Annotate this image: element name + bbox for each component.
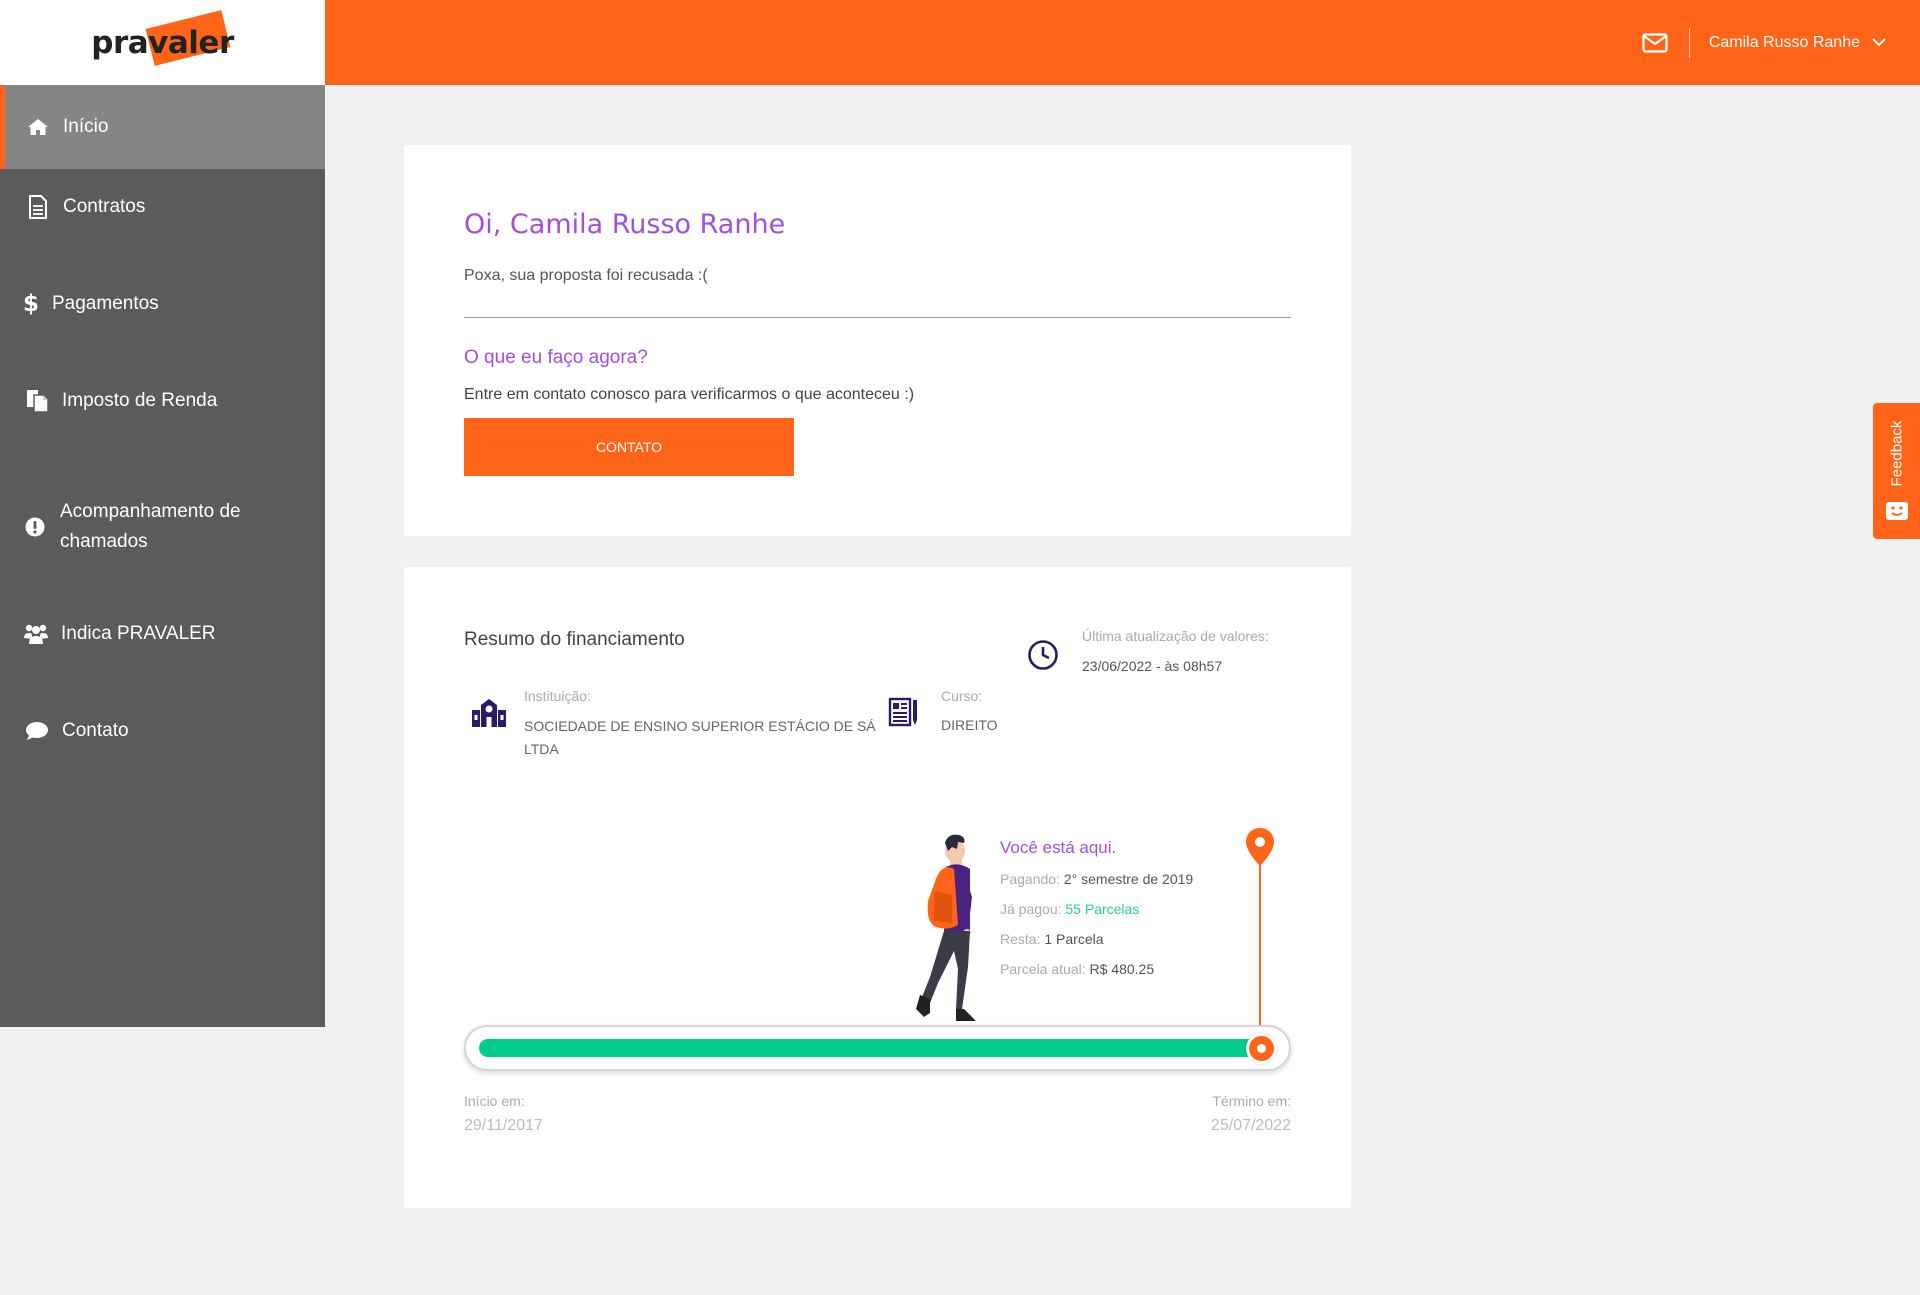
sidebar-item-label: Início (63, 116, 109, 137)
paid-value: 55 Parcelas (1065, 901, 1140, 917)
home-icon (25, 118, 51, 136)
logo[interactable]: pravaler (0, 0, 325, 85)
institution-icon (470, 697, 508, 731)
remaining-label: Resta: (1000, 931, 1041, 947)
financing-progress-bar (464, 1025, 1291, 1071)
contact-button[interactable]: CONTATO (464, 418, 794, 476)
end-date-label: Término em: (1212, 1093, 1291, 1109)
feedback-label-wrap: Feedback (1873, 413, 1920, 493)
sidebar-item-label: Pagamentos (52, 293, 159, 314)
financing-summary-card: Resumo do financiamento Última atualizaç… (404, 567, 1351, 1208)
paid-line: Já pagou: 55 Parcelas (1000, 901, 1139, 917)
sidebar-item-label: Imposto de Renda (62, 390, 218, 411)
clock-icon (1027, 639, 1059, 675)
sidebar-item-chamados[interactable]: Acompanhamento de chamados (0, 487, 325, 567)
paying-value: 2° semestre de 2019 (1063, 871, 1194, 887)
sidebar-item-indica-pravaler[interactable]: Indica PRAVALER (0, 604, 325, 664)
end-date-value: 25/07/2022 (1210, 1117, 1291, 1134)
user-menu-name[interactable]: Camila Russo Ranhe (1709, 34, 1860, 52)
next-steps-instruction: Entre em contato conosco para verificarm… (464, 386, 915, 403)
feedback-face-icon (1885, 501, 1909, 525)
sidebar-item-contato[interactable]: Contato (0, 701, 325, 761)
sidebar-item-label: Acompanhamento de chamados (60, 501, 241, 552)
logo-wordmark: pravaler (91, 9, 234, 66)
logo-text: pravaler (91, 24, 234, 61)
remaining-line: Resta: 1 Parcela (1000, 931, 1104, 947)
document-icon (25, 195, 51, 219)
feedback-label: Feedback (1888, 420, 1905, 486)
greeting-title: Oi, Camila Russo Ranhe (464, 209, 786, 240)
course-value: DIREITO (941, 717, 998, 733)
current-installment-line: Parcela atual: R$ 480.25 (1000, 961, 1154, 977)
summary-title: Resumo do financiamento (464, 629, 685, 650)
paying-line: Pagando: 2° semestre de 2019 (1000, 871, 1193, 887)
sidebar-item-label: Contratos (63, 196, 146, 217)
paid-label: Já pagou: (1000, 901, 1062, 917)
next-steps-question: O que eu faço agora? (464, 347, 648, 368)
mail-icon[interactable] (1642, 32, 1668, 53)
remaining-value: 1 Parcela (1044, 931, 1104, 947)
course-label: Curso: (941, 688, 983, 704)
progress-knob (1246, 1033, 1277, 1064)
header-actions: Camila Russo Ranhe (1642, 0, 1886, 85)
sidebar-item-imposto-de-renda[interactable]: Imposto de Renda (0, 371, 325, 431)
users-icon (23, 623, 49, 645)
copy-icon (24, 389, 50, 413)
last-update-value: 23/06/2022 - às 08h57 (1082, 658, 1223, 674)
feedback-tab[interactable]: Feedback (1873, 403, 1920, 539)
chevron-down-icon[interactable] (1872, 38, 1886, 47)
current-installment-label: Parcela atual: (1000, 961, 1086, 977)
sidebar-item-label: Contato (62, 720, 129, 741)
alert-icon (22, 517, 48, 537)
current-installment-value: R$ 480.25 (1089, 961, 1155, 977)
top-bar: pravaler Camila Russo Ranhe (0, 0, 1920, 85)
sidebar: Início Contratos $ Pagamentos Imposto de… (0, 85, 325, 1027)
institution-label: Instituição: (524, 688, 591, 704)
paying-label: Pagando: (1000, 871, 1060, 887)
progress-fill (479, 1039, 1260, 1057)
proposal-status-text: Poxa, sua proposta foi recusada :( (464, 267, 708, 284)
divider (464, 317, 1291, 318)
you-are-here-label: Você está aqui. (1000, 838, 1117, 857)
start-date-value: 29/11/2017 (464, 1117, 543, 1134)
start-date-label: Início em: (464, 1093, 525, 1109)
header-separator (1688, 27, 1690, 58)
progress-marker-line (1259, 863, 1261, 1043)
course-icon (888, 697, 920, 733)
sidebar-item-contratos[interactable]: Contratos (0, 177, 325, 237)
student-illustration (912, 827, 992, 1031)
dollar-icon: $ (22, 291, 39, 317)
status-card: Oi, Camila Russo Ranhe Poxa, sua propost… (404, 145, 1351, 536)
chat-icon (24, 721, 50, 741)
sidebar-item-label: Indica PRAVALER (61, 623, 216, 644)
last-update-label: Última atualização de valores: (1082, 628, 1269, 644)
sidebar-item-pagamentos[interactable]: $ Pagamentos (0, 274, 325, 334)
sidebar-item-inicio[interactable]: Início (0, 85, 325, 169)
institution-value: SOCIEDADE DE ENSINO SUPERIOR ESTÁCIO DE … (524, 718, 876, 757)
